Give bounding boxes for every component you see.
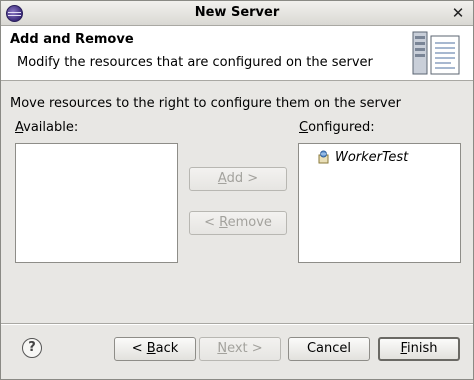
list-item-label: WorkerTest bbox=[335, 149, 409, 165]
finish-button-after: inish bbox=[407, 341, 438, 356]
add-button-mnemonic: A bbox=[217, 171, 227, 186]
configured-label-mnemonic: C bbox=[299, 120, 309, 135]
configured-label: Configured: bbox=[299, 120, 375, 135]
cancel-button[interactable]: Cancel bbox=[288, 337, 370, 361]
remove-button-after: emove bbox=[227, 215, 272, 230]
back-button-after: ack bbox=[155, 341, 179, 356]
available-list[interactable] bbox=[15, 143, 178, 263]
page-title: Add and Remove bbox=[10, 32, 134, 47]
help-icon[interactable]: ? bbox=[22, 338, 42, 358]
available-label-rest: vailable: bbox=[23, 120, 79, 135]
remove-button-mnemonic: R bbox=[219, 215, 228, 230]
next-button[interactable]: Next > bbox=[199, 337, 281, 361]
available-label: Available: bbox=[15, 120, 78, 135]
configured-label-rest: onfigured: bbox=[308, 120, 375, 135]
wizard-banner: Add and Remove Modify the resources that… bbox=[1, 26, 473, 81]
page-description: Modify the resources that are configured… bbox=[17, 55, 373, 70]
back-button-before: < bbox=[131, 341, 147, 356]
window-title: New Server bbox=[194, 5, 280, 20]
new-server-dialog: New Server ✕ Add and Remove Modify the r… bbox=[0, 0, 474, 380]
close-icon[interactable]: ✕ bbox=[449, 4, 467, 22]
web-module-icon bbox=[318, 150, 329, 164]
back-button-mnemonic: B bbox=[146, 341, 156, 356]
footer-separator bbox=[1, 323, 473, 325]
configured-list[interactable]: WorkerTest bbox=[298, 143, 461, 263]
next-button-mnemonic: N bbox=[217, 341, 228, 356]
next-button-after: ext > bbox=[227, 341, 263, 356]
finish-button[interactable]: Finish bbox=[378, 337, 460, 361]
add-button-after: dd > bbox=[226, 171, 259, 186]
server-wizard-icon bbox=[412, 31, 460, 75]
instruction-text: Move resources to the right to configure… bbox=[10, 96, 401, 111]
title-bar: New Server ✕ bbox=[1, 1, 473, 26]
back-button[interactable]: < Back bbox=[114, 337, 196, 361]
add-button[interactable]: Add > bbox=[189, 167, 287, 191]
list-item[interactable]: WorkerTest bbox=[317, 148, 408, 166]
available-label-mnemonic: A bbox=[15, 120, 24, 135]
remove-button[interactable]: < Remove bbox=[189, 211, 287, 235]
remove-button-before: < bbox=[204, 215, 220, 230]
